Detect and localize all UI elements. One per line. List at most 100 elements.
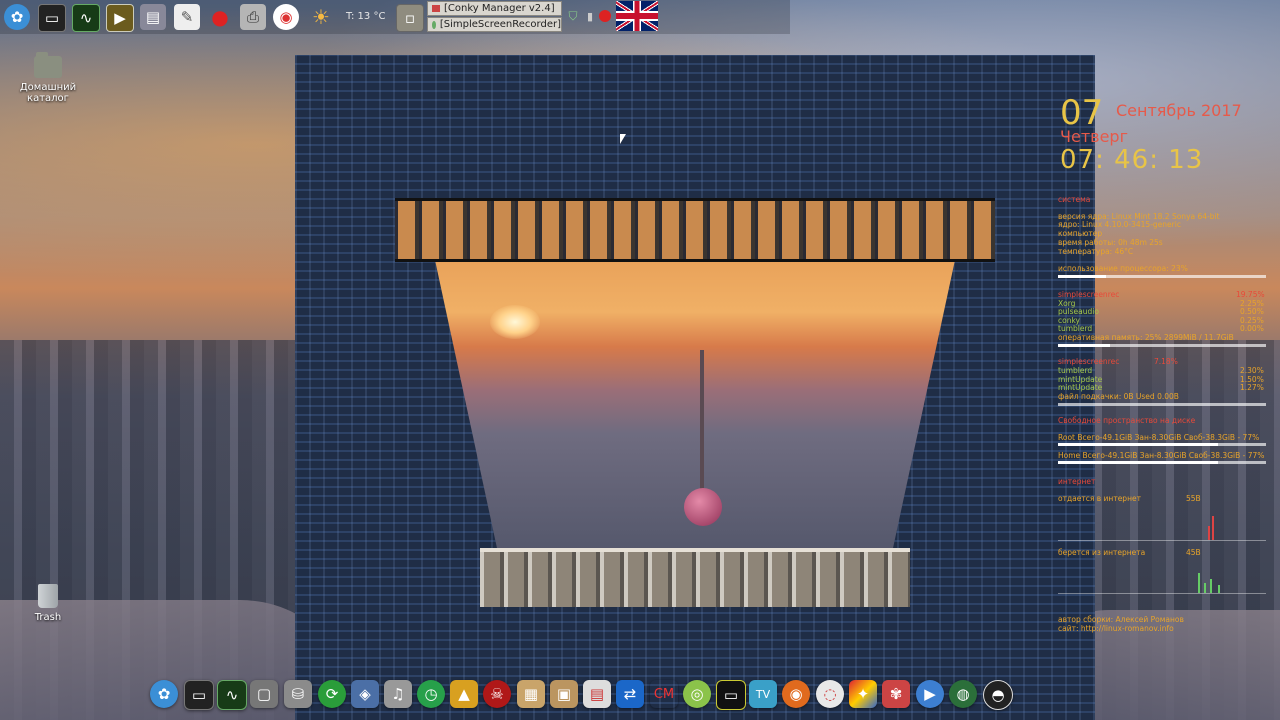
- task-label: [Conky Manager v2.4]: [444, 3, 555, 14]
- record-icon[interactable]: [599, 10, 611, 22]
- conky-app-icon: [432, 5, 440, 12]
- keyboard-layout-flag-icon[interactable]: [616, 1, 658, 31]
- conky-day: 07: [1060, 93, 1104, 133]
- globe-icon[interactable]: ◍: [949, 680, 977, 708]
- conky-line: tumblerd: [1058, 366, 1093, 375]
- text-editor-icon[interactable]: ✎: [174, 4, 200, 30]
- player-icon[interactable]: ▶: [916, 680, 944, 708]
- download-graph-spike: [1204, 583, 1206, 593]
- terminal-icon[interactable]: ▭: [38, 4, 66, 32]
- conky-line: система: [1058, 195, 1091, 204]
- root-disk-fill: [1058, 443, 1219, 446]
- conky-line: pulseaudio: [1058, 307, 1099, 316]
- scanner-icon[interactable]: ▤: [140, 4, 166, 30]
- conky-line: Home Всего-49.1GiB Зан-8.30GiB Своб-38.3…: [1058, 451, 1265, 460]
- conky-line: время работы: 0h 48m 25s: [1058, 238, 1163, 247]
- virtualbox-icon[interactable]: ◈: [351, 680, 379, 708]
- memory-usage-bar: [1058, 344, 1266, 347]
- memory-percent: 7.18%: [1154, 357, 1178, 366]
- desktop-home-folder[interactable]: Домашний каталог: [18, 52, 78, 104]
- conky-line: компьютер: [1058, 229, 1103, 238]
- weather-icon: ☀: [312, 5, 330, 29]
- conky-line: Root Всего-49.1GiB Зан-8.30GiB Своб-38.3…: [1058, 433, 1260, 442]
- clock-icon[interactable]: ◷: [417, 680, 445, 708]
- conky-line: mintUpdate: [1058, 383, 1103, 392]
- system-monitor-icon[interactable]: ∿: [72, 4, 100, 32]
- system-monitor-icon[interactable]: ∿: [217, 680, 247, 710]
- package-manager-icon[interactable]: ▤: [583, 680, 611, 708]
- conky-line: интернет: [1058, 477, 1096, 486]
- memory-percent: 2.30%: [1240, 366, 1264, 375]
- recorder-app-icon: [432, 20, 436, 29]
- kde-menu-icon[interactable]: ✿: [4, 4, 30, 30]
- trash-icon: [38, 584, 58, 608]
- process-percent: 0.00%: [1240, 324, 1264, 333]
- wallpaper-tv-tower-ball: [684, 488, 722, 526]
- media-player-icon[interactable]: ▶: [106, 4, 134, 32]
- android-icon[interactable]: ◎: [683, 680, 711, 708]
- conky-line: автор сборки: Алексей Романов: [1058, 615, 1184, 624]
- show-desktop-icon[interactable]: ▫: [396, 4, 424, 32]
- task-label: [SimpleScreenRecorder]: [439, 19, 561, 30]
- shield-icon[interactable]: ⛉: [566, 8, 580, 24]
- task-simplescreenrecorder[interactable]: [SimpleScreenRecorder]: [427, 17, 562, 32]
- home-disk-fill: [1058, 461, 1219, 464]
- chrome-icon[interactable]: ◉: [273, 4, 299, 30]
- process-percent: 0.50%: [1240, 307, 1264, 316]
- update-icon[interactable]: ⟳: [318, 680, 346, 708]
- download-graph: [1058, 553, 1266, 594]
- download-graph-spike: [1210, 579, 1212, 593]
- conky-line: сайт: http://linux-romanov.info: [1058, 624, 1174, 633]
- network-signal-icon[interactable]: ▮: [583, 8, 597, 24]
- tv-icon[interactable]: TV: [749, 680, 777, 708]
- root-disk-bar: [1058, 443, 1266, 446]
- upload-graph-spike: [1212, 516, 1214, 540]
- download-graph-spike: [1218, 585, 1220, 593]
- wallpaper-skydeck-top: [395, 198, 995, 262]
- conky-line: ядро: Linux 4.10.0-3415-generic: [1058, 220, 1181, 229]
- conky-line: simplescreenrec: [1058, 357, 1120, 366]
- package-icon[interactable]: ▣: [550, 680, 578, 708]
- home-disk-bar: [1058, 461, 1266, 464]
- conky-line: оперативная память: 25% 2899MiB / 11.7Gi…: [1058, 333, 1234, 342]
- screen-icon[interactable]: ▭: [716, 680, 746, 710]
- wallpaper-tv-tower: [700, 350, 704, 500]
- conky-time: 07: 46: 13: [1060, 145, 1204, 175]
- wallpaper-skydeck-bottom: [480, 548, 910, 607]
- cm-icon[interactable]: CM: [650, 680, 678, 708]
- archive-icon[interactable]: ▦: [517, 680, 545, 708]
- mouse-cursor: [620, 134, 626, 144]
- conky-line: температура: 46°C: [1058, 247, 1134, 256]
- teamviewer-icon[interactable]: ⇄: [616, 680, 644, 708]
- conky-line: файл подкачки: 0B Used 0.00B: [1058, 392, 1179, 401]
- conky-weekday: Четверг: [1060, 127, 1128, 146]
- task-conky-manager[interactable]: [Conky Manager v2.4]: [427, 1, 562, 16]
- cherry-icon[interactable]: ●: [207, 4, 233, 30]
- monitor-icon[interactable]: ▢: [250, 680, 278, 708]
- conky-month-year: Сентябрь 2017: [1116, 101, 1242, 120]
- kde-icon[interactable]: ✿: [150, 680, 178, 708]
- wine-icon[interactable]: ✾: [882, 680, 910, 708]
- process-percent: 19.75%: [1236, 290, 1265, 299]
- game-icon[interactable]: ☠: [483, 680, 511, 708]
- desktop-trash[interactable]: Trash: [28, 584, 68, 623]
- baseball-icon[interactable]: ◌: [816, 680, 844, 708]
- conky-line: simplescreenrec: [1058, 290, 1120, 299]
- obs-icon[interactable]: ◓: [983, 680, 1013, 710]
- conky-line: tumblerd: [1058, 324, 1093, 333]
- paint-icon[interactable]: ✦: [849, 680, 877, 708]
- music-icon[interactable]: ♫: [384, 680, 412, 708]
- penguin-icon[interactable]: ▲: [450, 680, 478, 708]
- home-folder-label: Домашний каталог: [19, 82, 77, 104]
- memory-percent: 1.27%: [1240, 383, 1264, 392]
- weather-temperature: T: 13 °C: [346, 11, 386, 22]
- firefox-icon[interactable]: ◉: [782, 680, 810, 708]
- swap-usage-bar: [1058, 403, 1266, 406]
- terminal-icon[interactable]: ▭: [184, 680, 214, 710]
- printer-icon[interactable]: ⎙: [240, 4, 266, 30]
- download-graph-spike: [1198, 573, 1200, 593]
- drive-icon[interactable]: ⛁: [284, 680, 312, 708]
- upload-graph-spike: [1208, 526, 1210, 540]
- folder-icon: [34, 52, 62, 78]
- upload-graph: [1058, 500, 1266, 541]
